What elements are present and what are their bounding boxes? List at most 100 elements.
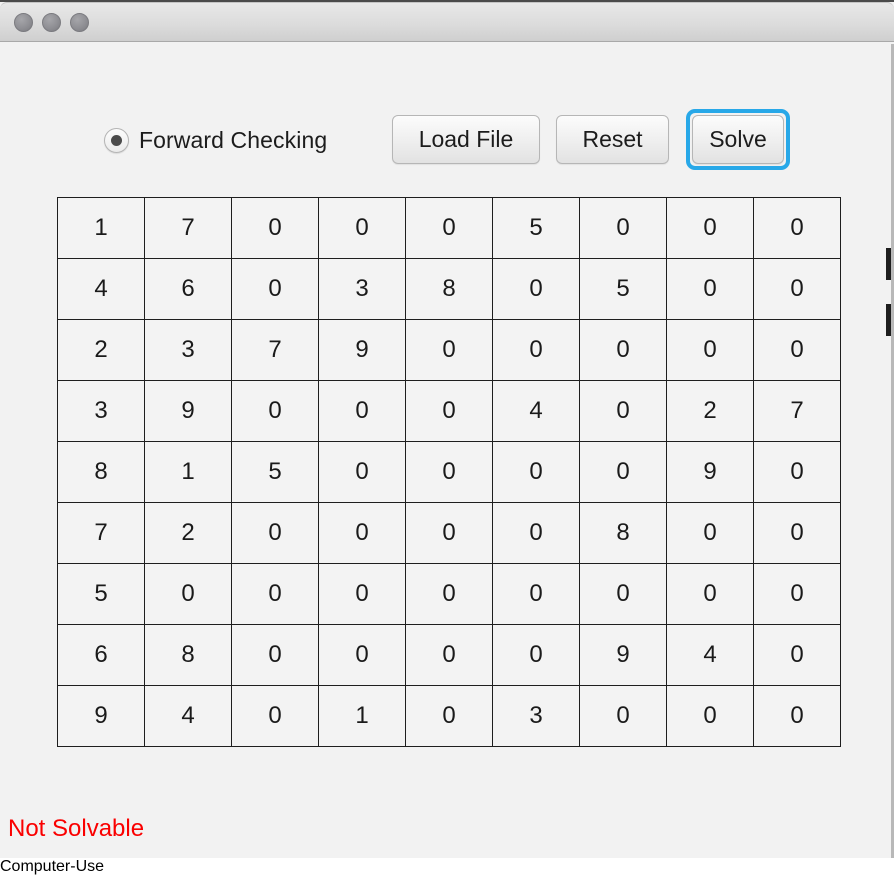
sudoku-cell[interactable]: 5 [492,197,580,259]
sudoku-cell[interactable]: 0 [753,502,841,564]
sudoku-cell[interactable]: 0 [492,258,580,320]
sudoku-cell[interactable]: 0 [753,258,841,320]
sudoku-cell[interactable]: 8 [579,502,667,564]
sudoku-cell[interactable]: 0 [579,441,667,503]
sudoku-cell[interactable]: 0 [231,685,319,747]
sudoku-cell[interactable]: 0 [318,197,406,259]
sudoku-cell[interactable]: 0 [318,563,406,625]
sudoku-cell[interactable]: 7 [753,380,841,442]
sudoku-cell[interactable]: 0 [231,624,319,686]
sudoku-cell[interactable]: 5 [57,563,145,625]
load-file-button[interactable]: Load File [392,115,540,164]
sudoku-cell[interactable]: 4 [492,380,580,442]
sudoku-cell[interactable]: 0 [753,685,841,747]
sudoku-row: 390004027 [57,380,841,442]
sudoku-cell[interactable]: 0 [579,197,667,259]
sudoku-cell[interactable]: 0 [492,441,580,503]
sudoku-cell[interactable]: 0 [405,685,493,747]
sudoku-cell[interactable]: 7 [57,502,145,564]
sudoku-cell[interactable]: 7 [231,319,319,381]
sudoku-cell[interactable]: 0 [405,624,493,686]
sudoku-cell[interactable]: 8 [144,624,232,686]
adjacent-window-edge-mark [886,304,891,336]
sudoku-cell[interactable]: 6 [144,258,232,320]
sudoku-cell[interactable]: 9 [579,624,667,686]
sudoku-cell[interactable]: 0 [492,563,580,625]
forward-checking-label: Forward Checking [139,126,328,153]
minimize-window-button[interactable] [42,13,61,32]
sudoku-cell[interactable]: 6 [57,624,145,686]
sudoku-cell[interactable]: 0 [753,319,841,381]
sudoku-cell[interactable]: 9 [318,319,406,381]
sudoku-cell[interactable]: 0 [666,685,754,747]
sudoku-cell[interactable]: 5 [579,258,667,320]
sudoku-cell[interactable]: 0 [318,624,406,686]
sudoku-grid-body: 1700050004603805002379000003900040278150… [57,197,841,747]
sudoku-cell[interactable]: 7 [144,197,232,259]
sudoku-cell[interactable]: 0 [318,380,406,442]
sudoku-cell[interactable]: 9 [666,441,754,503]
sudoku-cell[interactable]: 0 [405,441,493,503]
sudoku-cell[interactable]: 3 [144,319,232,381]
sudoku-cell[interactable]: 0 [492,502,580,564]
sudoku-cell[interactable]: 0 [405,380,493,442]
reset-button[interactable]: Reset [556,115,669,164]
sudoku-board[interactable]: 1700050004603805002379000003900040278150… [57,197,841,747]
sudoku-cell[interactable]: 0 [753,197,841,259]
sudoku-cell[interactable]: 0 [318,441,406,503]
sudoku-cell[interactable]: 0 [579,563,667,625]
sudoku-cell[interactable]: 0 [492,319,580,381]
sudoku-cell[interactable]: 2 [144,502,232,564]
status-message: Not Solvable [8,815,145,842]
sudoku-cell[interactable]: 0 [753,624,841,686]
sudoku-cell[interactable]: 2 [666,380,754,442]
radio-button-icon[interactable] [104,127,129,153]
sudoku-cell[interactable]: 0 [318,502,406,564]
sudoku-cell[interactable]: 0 [231,502,319,564]
sudoku-cell[interactable]: 0 [405,502,493,564]
close-window-button[interactable] [14,13,33,32]
sudoku-cell[interactable]: 0 [405,197,493,259]
sudoku-cell[interactable]: 1 [318,685,406,747]
sudoku-cell[interactable]: 0 [666,197,754,259]
sudoku-row: 500000000 [57,563,841,625]
sudoku-cell[interactable]: 0 [579,685,667,747]
sudoku-cell[interactable]: 4 [57,258,145,320]
sudoku-cell[interactable]: 0 [666,502,754,564]
solve-button[interactable]: Solve [692,115,784,164]
sudoku-cell[interactable]: 0 [231,380,319,442]
sudoku-cell[interactable]: 1 [57,197,145,259]
sudoku-cell[interactable]: 1 [144,441,232,503]
zoom-window-button[interactable] [70,13,89,32]
sudoku-cell[interactable]: 8 [405,258,493,320]
sudoku-cell[interactable]: 0 [231,563,319,625]
sudoku-cell[interactable]: 0 [579,319,667,381]
sudoku-cell[interactable]: 0 [666,258,754,320]
window-titlebar[interactable] [0,2,894,42]
sudoku-cell[interactable]: 0 [579,380,667,442]
sudoku-solver-window: Forward Checking Load File Reset Solve 1… [0,0,894,858]
sudoku-cell[interactable]: 3 [492,685,580,747]
sudoku-cell[interactable]: 8 [57,441,145,503]
sudoku-cell[interactable]: 0 [231,197,319,259]
sudoku-cell[interactable]: 3 [318,258,406,320]
sudoku-cell[interactable]: 0 [753,441,841,503]
sudoku-cell[interactable]: 2 [57,319,145,381]
sudoku-cell[interactable]: 4 [144,685,232,747]
sudoku-cell[interactable]: 3 [57,380,145,442]
sudoku-cell[interactable]: 0 [231,258,319,320]
sudoku-cell[interactable]: 5 [231,441,319,503]
sudoku-cell[interactable]: 4 [666,624,754,686]
sudoku-cell[interactable]: 0 [144,563,232,625]
sudoku-cell[interactable]: 0 [666,319,754,381]
sudoku-cell[interactable]: 0 [753,563,841,625]
sudoku-cell[interactable]: 0 [405,563,493,625]
sudoku-cell[interactable]: 0 [666,563,754,625]
sudoku-row: 237900000 [57,319,841,381]
sudoku-cell[interactable]: 9 [144,380,232,442]
sudoku-cell[interactable]: 0 [492,624,580,686]
sudoku-cell[interactable]: 0 [405,319,493,381]
sudoku-row: 940103000 [57,685,841,747]
forward-checking-radio[interactable]: Forward Checking [104,123,327,157]
sudoku-cell[interactable]: 9 [57,685,145,747]
